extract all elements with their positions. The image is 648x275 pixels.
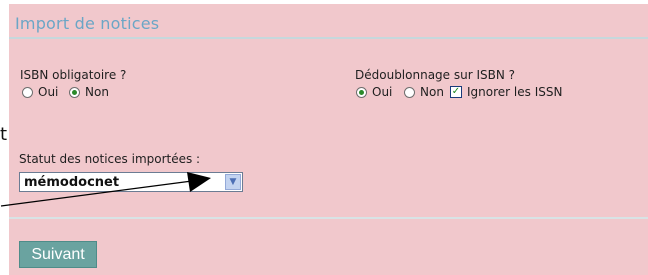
callout-arrow (0, 172, 211, 207)
arrow-head (187, 172, 211, 192)
arrow-line (0, 180, 193, 207)
